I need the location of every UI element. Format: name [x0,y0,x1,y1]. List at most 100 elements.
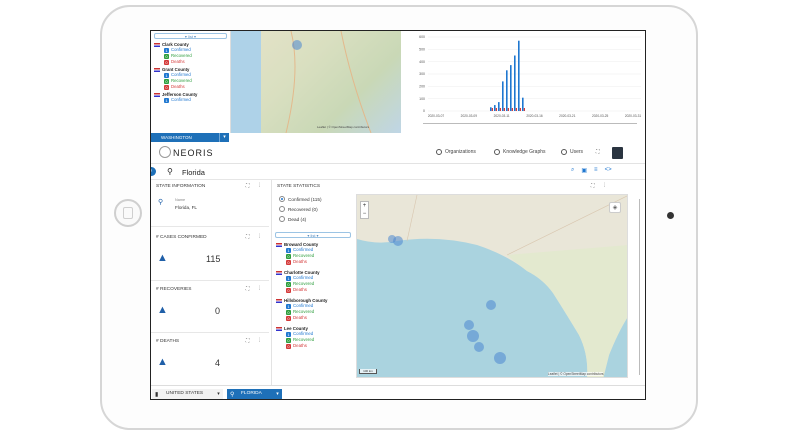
list-item: Lee County 1 Confirmed 0 Recovered 0 Deaths [273,325,353,350]
cluster-marker [474,342,484,352]
flag-icon [276,242,282,247]
list-item: Broward County 1 Confirmed 0 Recovered 0 De… [273,241,353,266]
map-water [231,31,261,133]
x-tick-label: 2020-03-31 [625,114,642,118]
radio-confirmed[interactable]: Confirmed (115) [279,196,322,202]
warning-icon: ▲ [157,252,168,264]
layers-icon[interactable]: ◈ [609,202,621,213]
x-tick-label: 2020-03-11 [494,114,510,118]
x-tick-label: 2020-03-09 [461,114,478,118]
stats-controls[interactable]: ⛶ ⋮ [591,183,609,189]
card-title: # RECOVERIES [156,287,192,292]
back-icon[interactable]: ‹ [151,167,156,176]
washington-map[interactable]: Leaflet | © OpenStreetMap contributors [231,31,401,133]
search-icon[interactable]: ⌕ [571,167,574,174]
bottom-tab-bar: UNITED STATES ▮ ▾ FLORIDA ⚲ ▾ [151,385,645,399]
cluster-marker [464,320,474,330]
save-icon[interactable]: ▣ [581,167,587,174]
recovered-icon: 0 [286,337,291,343]
radio-recovered[interactable]: Recovered (0) [279,206,322,212]
cluster-marker [292,40,302,50]
state-info-card: STATE INFORMATION ⛶ ⋮ ⚲ Name Florida, FL [151,180,269,227]
nav-knowledge-graphs[interactable]: Knowledge Graphs [494,149,546,155]
recovered-icon: 0 [286,309,291,315]
card-title: STATE INFORMATION [156,184,206,189]
card-controls[interactable]: ⛶ ⋮ [246,286,264,292]
camera [667,212,674,219]
radio-dead[interactable]: Dead (4) [279,216,322,222]
y-tick-label: 300 [419,72,425,76]
list-item: Clark County 1 Confirmed 0 Recovered 0 Deat… [151,41,230,66]
stats-title: STATE STATISTICS [277,184,321,189]
radio-icon [279,216,285,222]
location-pin-icon: ⚲ [167,167,173,176]
deaths-icon: 0 [286,315,291,321]
bar [498,102,500,111]
cluster-marker [486,300,496,310]
fullscreen-icon[interactable]: ⛶ [596,149,600,155]
list-item: Grant County 1 Confirmed 0 Recovered 0 Deat… [151,66,230,91]
card-controls[interactable]: ⛶ ⋮ [246,338,264,344]
tab-dropdown-button[interactable]: ▾ [219,133,229,142]
tab-dropdown-button[interactable]: ▾ [214,389,223,399]
scrollbar[interactable] [639,199,642,375]
flag-icon [154,92,160,97]
bar [510,65,512,111]
field-label: Name [175,198,186,202]
bar [523,108,525,111]
chart-scrollbar[interactable] [423,123,637,128]
bar [491,108,493,111]
y-tick-label: 400 [419,60,425,64]
bar [507,108,509,111]
tab-dropdown-button[interactable]: ▾ [273,389,282,399]
previous-view: ▾ list ▾ Clark County 1 Confirmed 0 Recove… [151,31,645,142]
flag-icon: ▮ [155,392,159,398]
y-tick-label: 200 [419,85,425,89]
logo[interactable]: NEORIS [173,148,214,158]
bar [506,70,508,111]
map-scale: 100 km [359,369,377,374]
florida-map[interactable] [356,194,628,378]
x-tick-label: 2020-03-16 [526,114,543,118]
avatar[interactable] [612,147,623,159]
nav-organizations[interactable]: Organizations [436,149,476,155]
bar [494,105,496,111]
cases-bar-chart: 0 100 200 300 400 500 600 2020-03-07 2020-03-09 2… [406,31,645,123]
cluster-marker [467,330,479,342]
confirmed-icon: 1 [286,331,291,337]
recoveries-card: # RECOVERIES ⛶ ⋮ ▲ 0 [151,283,269,333]
list-icon[interactable]: ≡ [594,167,598,174]
location-title: Florida [182,168,205,177]
card-controls[interactable]: ⛶ ⋮ [246,183,264,189]
flag-icon [154,67,160,72]
x-tick-label: 2020-03-07 [428,114,445,118]
bar [495,108,497,111]
tab-united-states[interactable]: UNITED STATES [152,389,214,399]
confirmed-icon: 1 [164,72,169,78]
recovered-icon: 0 [286,253,291,259]
card-title: # CASES CONFIRMED [156,235,207,240]
metric-radio-group: Confirmed (115) Recovered (0) Dead (4) [279,196,322,226]
y-tick-label: 0 [423,109,425,113]
county-list-washington: ▾ list ▾ Clark County 1 Confirmed 0 Recove… [151,31,231,133]
y-tick-label: 500 [419,48,425,52]
radio-selected-icon [279,196,285,202]
state-name-value: Florida, FL [175,205,197,210]
cluster-marker [494,352,506,364]
card-title: # DEATHS [156,339,180,344]
bar [503,108,505,111]
location-toolbar: ⌕ ▣ ≡ <> [571,167,612,174]
card-controls[interactable]: ⛶ ⋮ [246,234,264,240]
deaths-value: 4 [215,358,221,368]
bar [515,108,517,111]
zoom-control[interactable]: + − [360,201,369,219]
bar [502,81,504,111]
cluster-marker [393,236,403,246]
county-filter[interactable]: ▾ list ▾ [275,232,351,238]
code-icon[interactable]: <> [605,167,612,174]
bar [499,108,501,111]
nav-users[interactable]: Users [561,149,583,155]
county-filter[interactable]: ▾ list ▾ [154,33,227,39]
flag-icon [276,298,282,303]
tab-washington[interactable]: WASHINGTON [151,133,219,142]
